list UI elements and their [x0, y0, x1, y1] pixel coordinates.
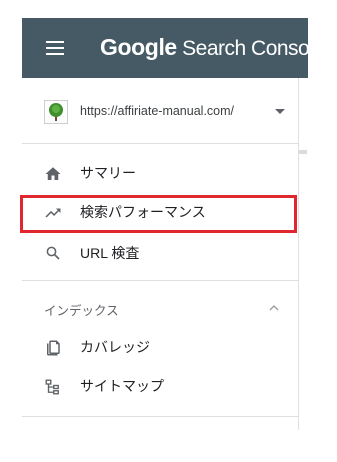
section-header-index[interactable]: インデックス: [22, 292, 299, 326]
section-divider: [22, 416, 299, 417]
sidebar: https://affiriate-manual.com/ サマリー 検索パフォ…: [22, 78, 299, 430]
nav-item-coverage[interactable]: カバレッジ: [22, 328, 299, 368]
highlight-box: [20, 195, 297, 233]
menu-icon[interactable]: [46, 41, 64, 55]
nav-item-sitemaps[interactable]: サイトマップ: [22, 367, 299, 407]
chevron-up-icon[interactable]: [268, 302, 280, 314]
coverage-icon: [47, 340, 60, 356]
app-header: Google Search Console: [22, 18, 308, 78]
nav-item-url-inspection[interactable]: URL 検査: [22, 233, 299, 273]
section-divider: [22, 280, 299, 281]
search-icon: [46, 246, 60, 260]
property-url: https://affiriate-manual.com/: [80, 104, 235, 118]
nav-item-label: サイトマップ: [80, 379, 164, 395]
dropdown-caret-icon[interactable]: [275, 109, 285, 114]
brand-product: Search Console: [182, 37, 308, 60]
content-edge: [299, 150, 307, 154]
property-selector[interactable]: https://affiriate-manual.com/: [22, 78, 299, 144]
nav-item-label: カバレッジ: [80, 340, 150, 356]
app-title: Google Search Console: [100, 33, 308, 63]
nav-item-label: URL 検査: [80, 245, 140, 261]
brand-google: Google: [100, 34, 177, 60]
nav-item-label: サマリー: [80, 166, 136, 182]
section-title: インデックス: [44, 303, 119, 318]
nav-item-summary[interactable]: サマリー: [22, 154, 299, 194]
home-icon: [45, 167, 61, 180]
sitemap-icon: [45, 379, 59, 395]
site-favicon-icon: [44, 100, 68, 124]
